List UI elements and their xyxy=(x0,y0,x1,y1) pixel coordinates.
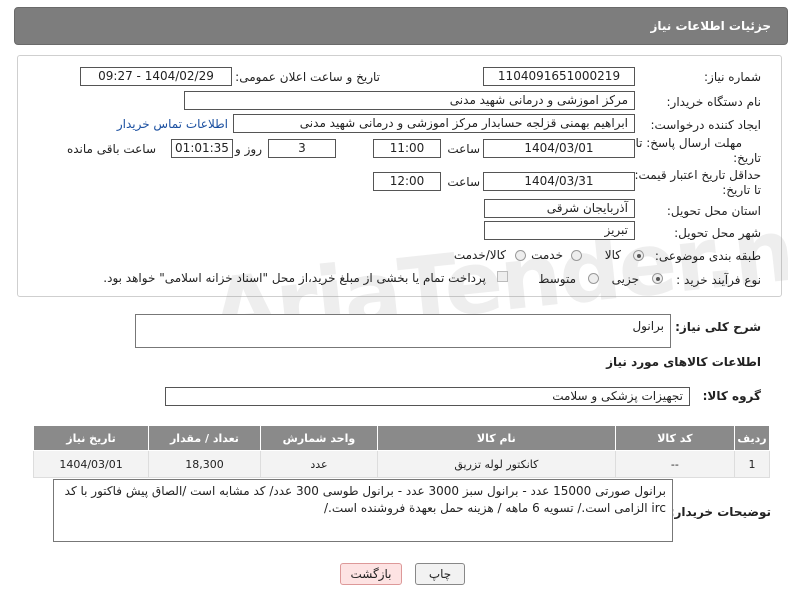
category-radio-service[interactable] xyxy=(571,250,582,261)
remaining-label: ساعت باقی مانده xyxy=(66,142,156,156)
description-field[interactable]: برانول xyxy=(135,314,671,348)
buyer-org-label: نام دستگاه خریدار: xyxy=(666,95,762,109)
days-label: روز و xyxy=(235,142,262,156)
process-option-minor: جزیی xyxy=(611,272,639,286)
col-unit: واحد شمارش xyxy=(259,425,379,451)
description-label: شرح کلی نیاز: xyxy=(675,320,761,334)
treasury-payment-checkbox[interactable] xyxy=(497,271,508,282)
validity-time-label: ساعت xyxy=(447,175,480,189)
col-name: نام کالا xyxy=(377,425,616,451)
category-option-service: خدمت xyxy=(531,248,563,262)
announce-label: تاریخ و ساعت اعلان عمومی: xyxy=(235,70,380,84)
city-field: تبریز xyxy=(484,221,635,240)
deadline-label-date: تاریخ: xyxy=(733,151,761,165)
back-button[interactable]: بازگشت xyxy=(340,563,402,585)
requester-field: ابراهیم بهمنی قزلجه حسابدار مرکز اموزشی … xyxy=(233,114,635,133)
process-option-medium: متوسط xyxy=(538,272,576,286)
province-field: آذربایجان شرقی xyxy=(484,199,635,218)
cell-unit: عدد xyxy=(259,450,379,478)
validity-label: حداقل تاریخ اعتبار قیمت: xyxy=(634,168,761,182)
treasury-payment-note: پرداخت تمام یا بخشی از مبلغ خرید،از محل … xyxy=(103,271,486,285)
validity-date-field: 1404/03/31 xyxy=(483,172,635,191)
cell-row: 1 xyxy=(734,450,770,478)
deadline-time-label: ساعت xyxy=(447,142,480,156)
deadline-time-field: 11:00 xyxy=(373,139,441,158)
goods-table: ردیف کد کالا نام کالا واحد شمارش تعداد /… xyxy=(32,425,770,478)
city-label: شهر محل تحویل: xyxy=(674,226,761,240)
category-option-goods-service: کالا/خدمت xyxy=(453,248,506,262)
page-header: جزئیات اطلاعات نیاز xyxy=(14,7,788,45)
announce-field: 1404/02/29 - 09:27 xyxy=(80,67,232,86)
need-number-field: 1104091651000219 xyxy=(483,67,635,86)
category-radio-goods-service[interactable] xyxy=(515,250,526,261)
cell-code: -- xyxy=(614,450,736,478)
buyer-notes-field[interactable]: برانول صورتی 15000 عدد - برانول سبز 3000… xyxy=(53,479,673,542)
cell-date: 1404/03/01 xyxy=(32,450,150,478)
col-date: تاریخ نیاز xyxy=(32,425,150,451)
requester-label: ایجاد کننده درخواست: xyxy=(650,118,761,132)
cell-name: کانکتور لوله تزریق xyxy=(377,450,616,478)
category-label: طبقه بندی موضوعی: xyxy=(654,249,761,263)
deadline-label: مهلت ارسال پاسخ: تا xyxy=(635,136,742,150)
buyer-notes-label: توضیحات خریدار: xyxy=(669,505,771,519)
process-radio-minor[interactable] xyxy=(652,273,663,284)
need-number-label: شماره نیاز: xyxy=(704,70,761,84)
col-code: کد کالا xyxy=(614,425,736,451)
deadline-date-field: 1404/03/01 xyxy=(483,139,635,158)
days-field: 3 xyxy=(268,139,336,158)
goods-table-header: ردیف کد کالا نام کالا واحد شمارش تعداد /… xyxy=(32,425,770,451)
validity-label-date: تا تاریخ: xyxy=(722,183,761,197)
category-radio-goods[interactable] xyxy=(633,250,644,261)
category-option-goods: کالا xyxy=(604,248,621,262)
col-qty: تعداد / مقدار xyxy=(148,425,261,451)
col-row: ردیف xyxy=(734,425,770,451)
print-button[interactable]: چاپ xyxy=(415,563,465,585)
process-label: نوع فرآیند خرید : xyxy=(676,273,761,287)
goods-group-field: تجهیزات پزشکی و سلامت xyxy=(165,387,690,406)
table-row[interactable]: 1 -- کانکتور لوله تزریق عدد 18,300 1404/… xyxy=(32,450,770,478)
process-radio-medium[interactable] xyxy=(588,273,599,284)
validity-time-field: 12:00 xyxy=(373,172,441,191)
goods-group-label: گروه کالا: xyxy=(702,389,761,403)
page-title: جزئیات اطلاعات نیاز xyxy=(650,19,771,33)
province-label: استان محل تحویل: xyxy=(666,204,761,218)
buyer-org-field: مرکز اموزشی و درمانی شهید مدنی xyxy=(184,91,635,110)
remaining-time-field: 01:01:35 xyxy=(171,139,233,158)
goods-section-title: اطلاعات کالاهای مورد نیاز xyxy=(606,355,761,369)
cell-qty: 18,300 xyxy=(148,450,261,478)
buyer-contact-link[interactable]: اطلاعات تماس خریدار xyxy=(117,117,228,131)
